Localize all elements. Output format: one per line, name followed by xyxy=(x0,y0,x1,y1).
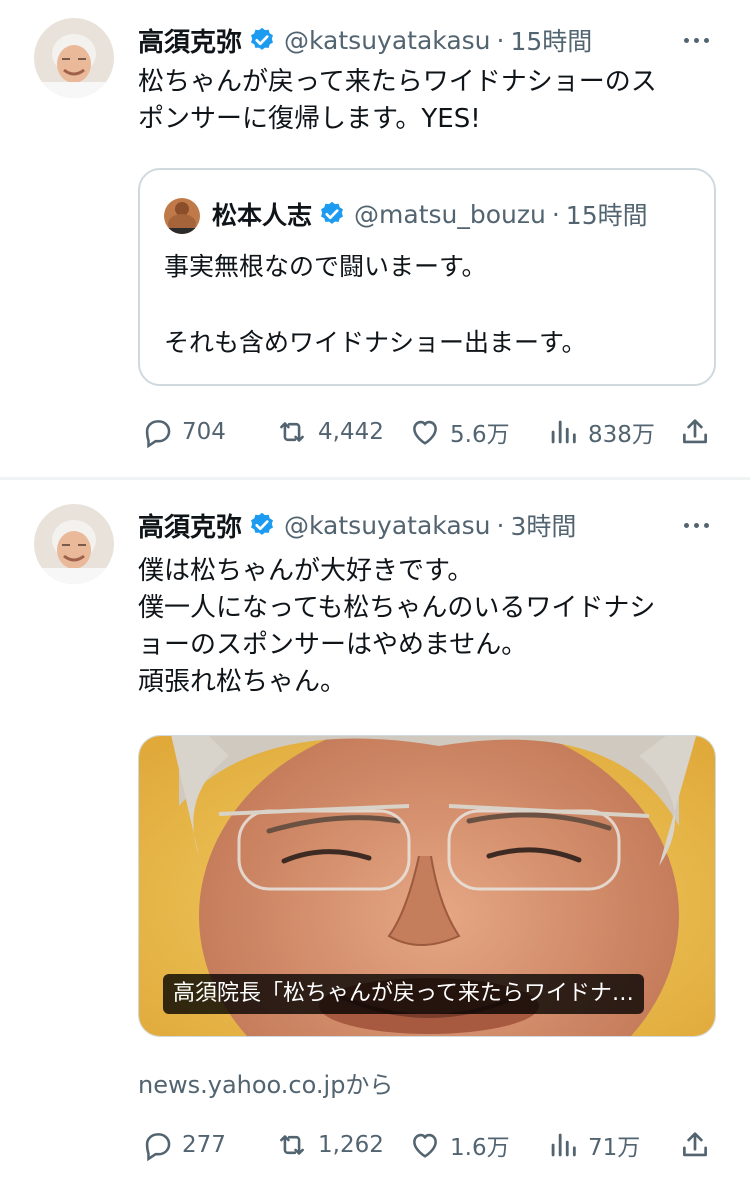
reply-icon xyxy=(145,1133,171,1162)
retweet-button[interactable]: 1,262 xyxy=(274,1125,384,1165)
retweet-count: 4,442 xyxy=(318,419,384,445)
tweet-time[interactable]: 15時間 xyxy=(510,22,592,58)
author-name[interactable]: 高須克弥 xyxy=(138,22,242,59)
separator-dot: · xyxy=(496,510,505,540)
like-icon xyxy=(413,420,437,445)
tweet-text-line: 僕は松ちゃんが大好きです。 xyxy=(138,556,474,586)
views-button[interactable]: 71万 xyxy=(546,1125,640,1165)
share-icon xyxy=(683,1132,707,1157)
link-card[interactable]: 高須院長「松ちゃんが戻って来たらワイドナ… xyxy=(138,735,716,1037)
tweet-actions: 704 4,442 5.6万 838万 xyxy=(138,412,718,452)
reply-count: 704 xyxy=(182,419,226,445)
link-card-source[interactable]: news.yahoo.co.jpから xyxy=(138,1065,393,1100)
quoted-tweet-text: 事実無根なので闘いまーす。 それも含めワイドナショー出まーす。 xyxy=(164,248,684,362)
tweet-text-line: ポンサーに復帰します。YES! xyxy=(138,104,481,134)
quoted-author-handle: @matsu_bouzu xyxy=(354,199,546,229)
retweet-icon xyxy=(280,1135,304,1155)
tweet-header: 高須克弥 @katsuyatakasu · 15時間 xyxy=(138,20,720,60)
share-button[interactable] xyxy=(678,412,712,452)
tweet-time[interactable]: 3時間 xyxy=(510,507,576,543)
separator-dot: · xyxy=(496,25,505,55)
more-icon[interactable] xyxy=(678,20,714,60)
views-count: 71万 xyxy=(588,1135,641,1161)
retweet-icon xyxy=(280,422,304,442)
like-button[interactable]: 5.6万 xyxy=(408,412,510,452)
verified-badge-icon xyxy=(251,512,273,535)
quoted-tweet-time: 15時間 xyxy=(565,201,648,230)
quoted-text-line: 事実無根なので闘いまーす。 xyxy=(164,252,487,281)
reply-button[interactable]: 704 xyxy=(140,412,226,452)
more-icon[interactable] xyxy=(678,505,714,545)
tweet[interactable]: 高須克弥 @katsuyatakasu · 3時間 僕は松ちゃんが大好きです。 … xyxy=(0,480,750,1185)
tweet-text: 松ちゃんが戻って来たらワイドナショーのス ポンサーに復帰します。YES! xyxy=(138,64,718,138)
tweet-text-line: ョーのスポンサーはやめません。 xyxy=(138,630,528,660)
retweet-count: 1,262 xyxy=(318,1132,384,1158)
reply-button[interactable]: 277 xyxy=(140,1125,226,1165)
quoted-author-name: 松本人志 xyxy=(212,201,313,230)
verified-badge-icon xyxy=(321,201,343,224)
author-handle[interactable]: @katsuyatakasu xyxy=(284,511,491,540)
views-icon xyxy=(551,420,576,444)
share-button[interactable] xyxy=(678,1125,712,1165)
link-card-title: 高須院長「松ちゃんが戻って来たらワイドナ… xyxy=(163,974,644,1014)
quoted-text-line: それも含めワイドナショー出まーす。 xyxy=(164,328,587,357)
author-avatar[interactable] xyxy=(34,504,114,584)
author-name[interactable]: 高須克弥 xyxy=(138,507,242,544)
tweet-text-line: 僕一人になっても松ちゃんのいるワイドナシ xyxy=(138,593,656,623)
separator-dot: · xyxy=(551,199,560,229)
like-count: 5.6万 xyxy=(450,422,510,448)
share-icon xyxy=(683,419,707,444)
quoted-text-line xyxy=(164,286,684,324)
tweet-actions: 277 1,262 1.6万 71万 xyxy=(138,1125,718,1165)
reply-icon xyxy=(145,420,171,449)
verified-badge-icon xyxy=(251,27,273,50)
views-button[interactable]: 838万 xyxy=(546,412,655,452)
author-avatar[interactable] xyxy=(34,18,114,98)
tweet-text-line: 松ちゃんが戻って来たらワイドナショーのス xyxy=(138,67,657,97)
quoted-tweet[interactable]: 松本人志 @matsu_bouzu · 15時間 事実無根なので闘いまーす。 そ… xyxy=(138,168,716,386)
tweet-header: 高須克弥 @katsuyatakasu · 3時間 xyxy=(138,505,720,545)
tweet-text-line: 頑張れ松ちゃん。 xyxy=(138,667,347,697)
like-count: 1.6万 xyxy=(450,1135,510,1161)
views-count: 838万 xyxy=(588,422,655,448)
author-handle[interactable]: @katsuyatakasu xyxy=(284,26,491,55)
like-button[interactable]: 1.6万 xyxy=(408,1125,510,1165)
like-icon xyxy=(413,1133,437,1158)
quoted-author-avatar xyxy=(164,198,200,234)
views-icon xyxy=(551,1133,576,1157)
tweet-text: 僕は松ちゃんが大好きです。 僕一人になっても松ちゃんのいるワイドナシ ョーのスポ… xyxy=(138,553,718,701)
retweet-button[interactable]: 4,442 xyxy=(274,412,384,452)
reply-count: 277 xyxy=(182,1132,226,1158)
tweet[interactable]: 高須克弥 @katsuyatakasu · 15時間 松ちゃんが戻って来たらワイ… xyxy=(0,0,750,477)
quoted-tweet-header: 松本人志 @matsu_bouzu · 15時間 xyxy=(212,194,692,234)
